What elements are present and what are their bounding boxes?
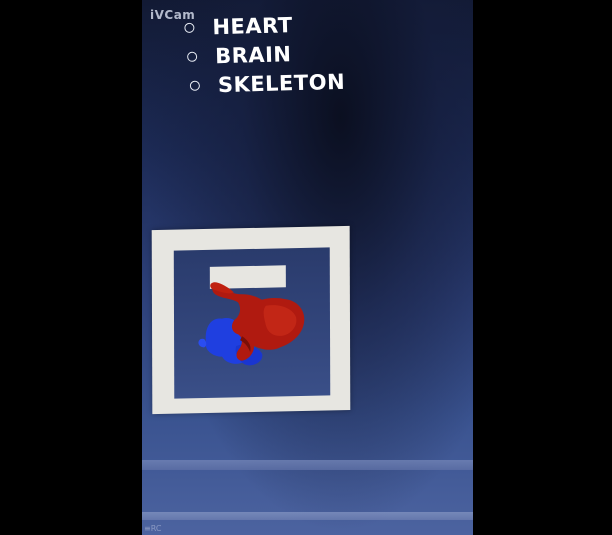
menu-option-label: BRAIN [214, 41, 292, 68]
menu-option-skeleton[interactable]: SKELETON [189, 67, 346, 100]
radio-button-icon[interactable] [187, 51, 198, 62]
heart-blue-vessel [198, 338, 207, 348]
radio-button-icon[interactable] [184, 22, 195, 33]
menu-option-brain[interactable]: BRAIN [187, 38, 345, 71]
model-selection-menu: HEART BRAIN SKELETON [184, 9, 345, 100]
heart-3d-model [198, 282, 305, 366]
menu-option-label: SKELETON [217, 69, 346, 97]
radio-button-icon[interactable] [189, 80, 201, 91]
corner-label: ≡RC [144, 524, 162, 533]
camera-frame: iVCam HEART BRAIN SKELETON ≡RC [0, 0, 612, 535]
ar-marker [151, 225, 353, 416]
surface-edge-lower [142, 512, 473, 520]
surface-edge [142, 460, 473, 470]
camera-view: iVCam HEART BRAIN SKELETON ≡RC [142, 0, 473, 535]
menu-option-heart[interactable]: HEART [184, 9, 344, 42]
menu-option-label: HEART [212, 12, 293, 39]
